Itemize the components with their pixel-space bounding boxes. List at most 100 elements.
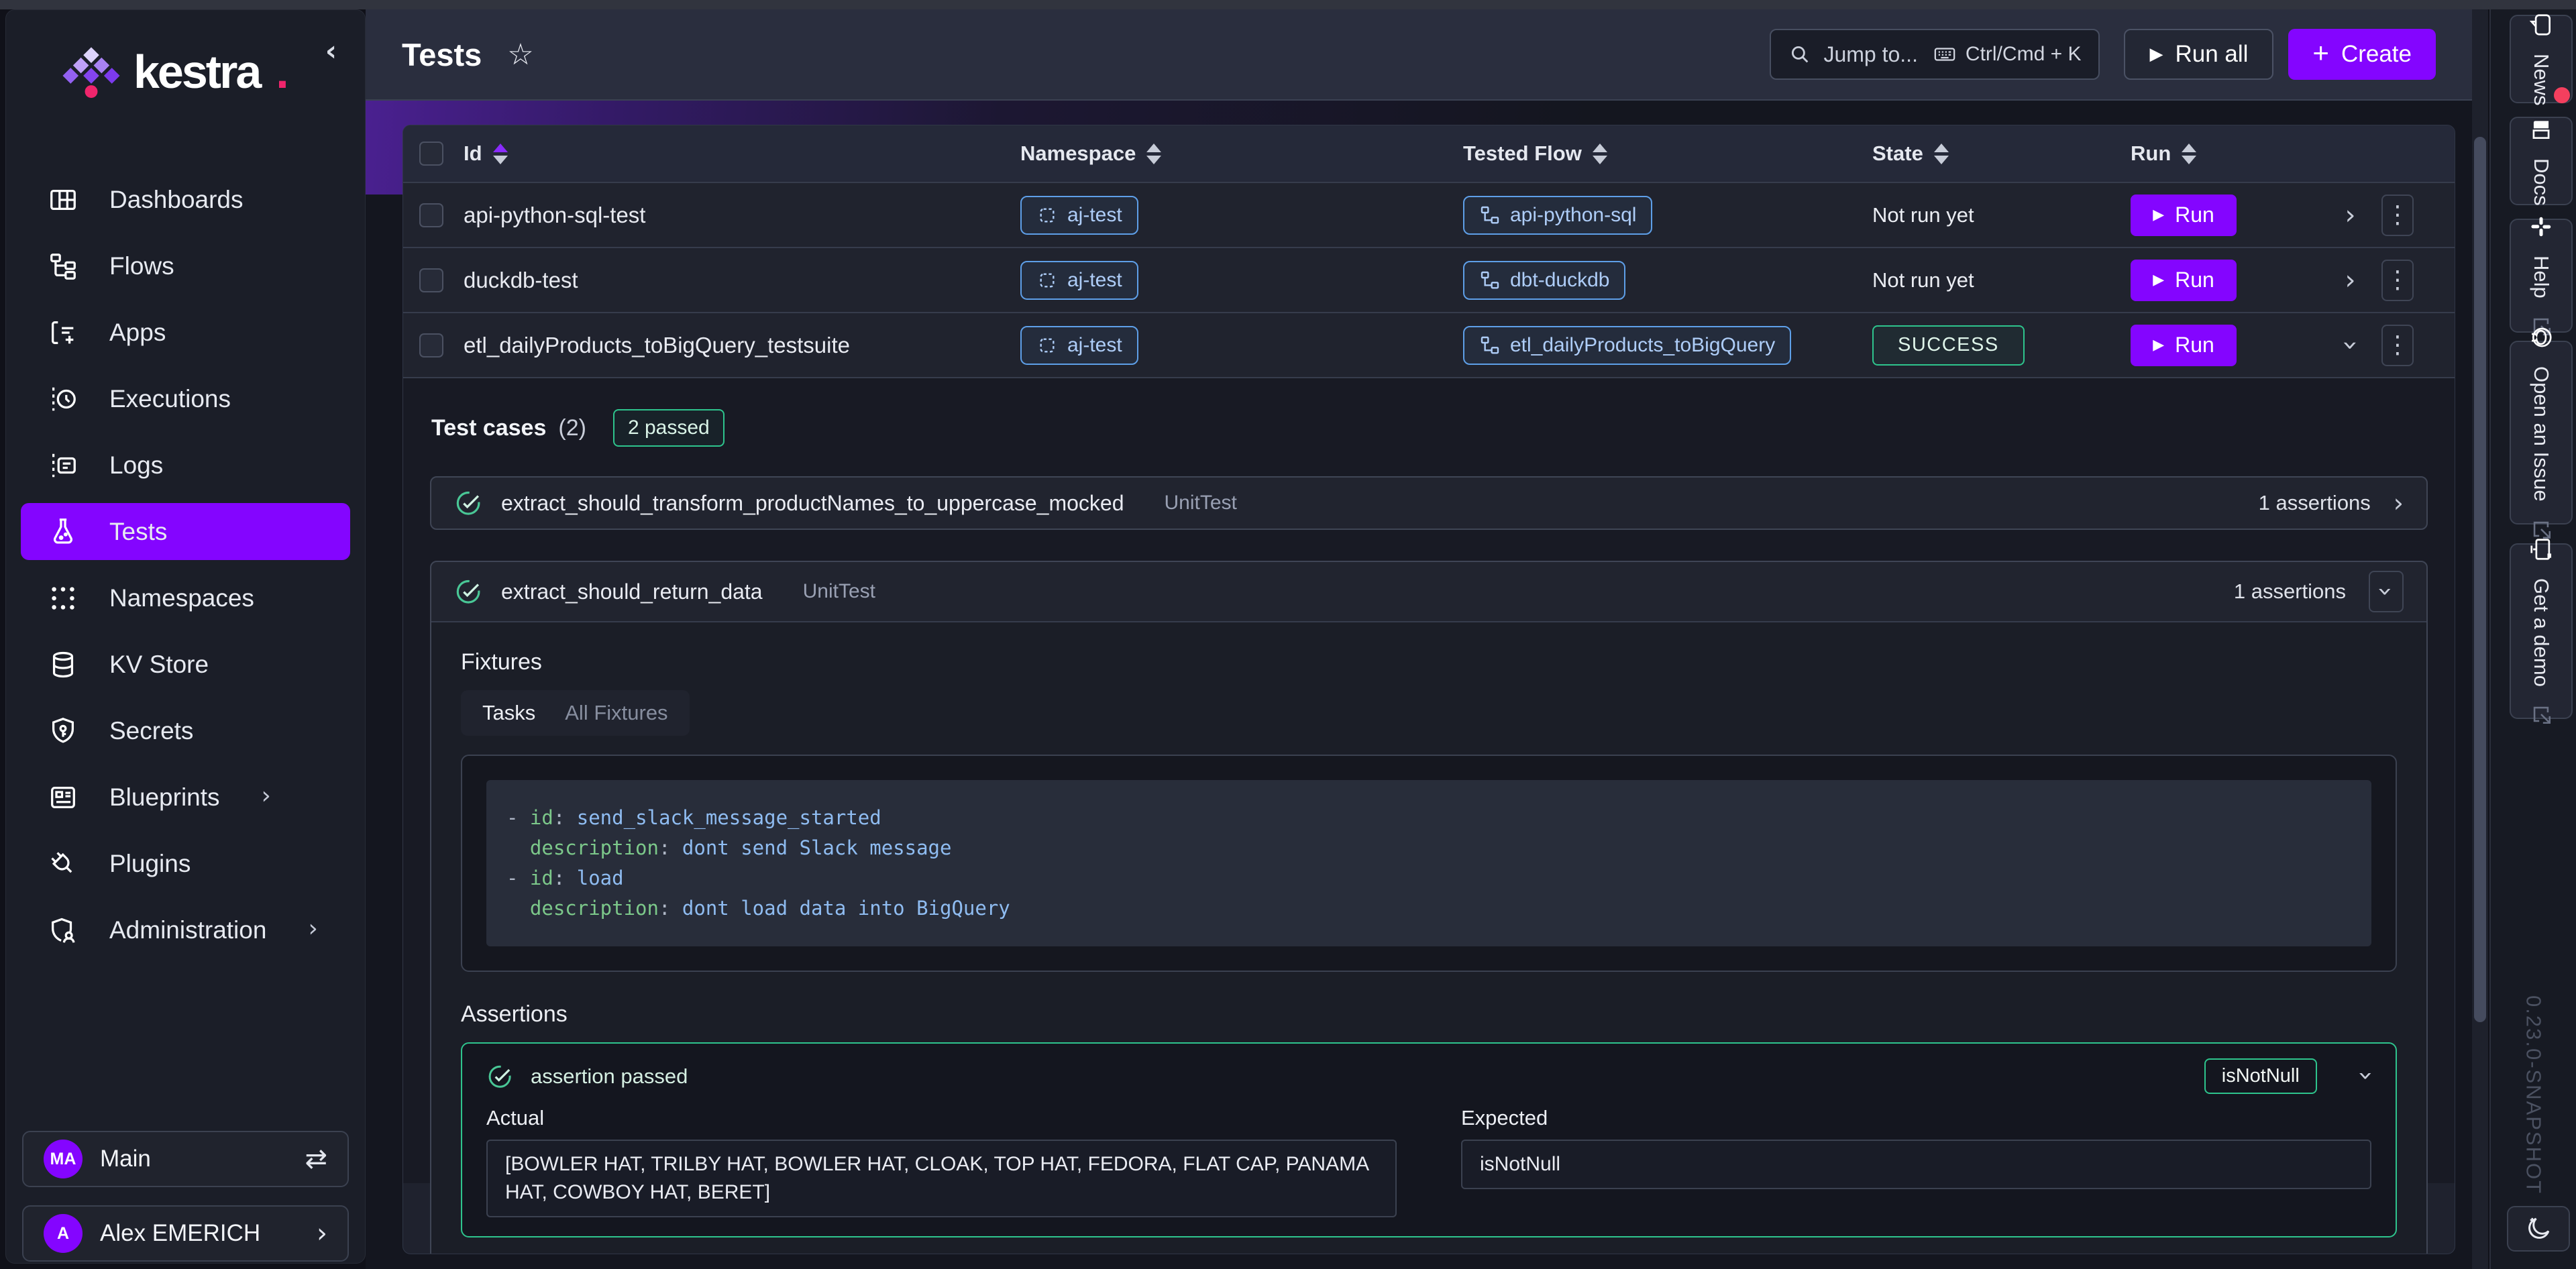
table-row[interactable]: duckdb-test aj-test dbt-duckdb Not run y… (403, 247, 2455, 312)
row-checkbox[interactable] (419, 333, 443, 357)
sidebar-item-tests[interactable]: Tests (21, 503, 350, 560)
namespace-badge[interactable]: aj-test (1020, 326, 1138, 365)
expected-label: Expected (1461, 1106, 2371, 1130)
news-icon (2528, 12, 2554, 38)
column-header-id[interactable]: Id (464, 142, 1020, 166)
column-header-run[interactable]: Run (2131, 142, 2322, 166)
expand-row-chevron-icon[interactable]: › (2322, 200, 2379, 231)
test-case-type: UnitTest (803, 580, 875, 603)
assertions-count: 1 assertions (2234, 580, 2346, 604)
fixtures-code-block[interactable]: - id: send_slack_message_started descrip… (486, 780, 2371, 946)
sidebar-item-blueprints[interactable]: Blueprints › (21, 769, 350, 826)
test-case-header[interactable]: extract_should_return_data UnitTest 1 as… (431, 562, 2426, 621)
test-case-header[interactable]: extract_should_transform_productNames_to… (431, 478, 2426, 529)
rail-tab-get-a-demo[interactable]: Get a demo (2510, 543, 2573, 719)
sort-icon (2182, 144, 2196, 164)
flow-label: dbt-duckdb (1510, 269, 1609, 292)
create-button[interactable]: + Create (2288, 29, 2436, 80)
collapse-case-button[interactable]: › (2369, 571, 2404, 612)
tenant-switcher[interactable]: MA Main ⇄ (22, 1131, 349, 1187)
tab-all-fixtures[interactable]: All Fixtures (565, 701, 667, 725)
namespace-badge[interactable]: aj-test (1020, 196, 1138, 235)
sidebar-item-namespaces[interactable]: Namespaces (21, 569, 350, 626)
run-all-button[interactable]: ▶ Run all (2124, 29, 2273, 80)
expand-case-chevron-icon[interactable]: › (2394, 488, 2404, 518)
tested-flow-badge[interactable]: dbt-duckdb (1463, 261, 1625, 300)
tests-flask-icon (48, 516, 78, 547)
flows-icon (48, 251, 78, 282)
check-circle-icon (454, 489, 482, 517)
tested-flow-badge[interactable]: etl_dailyProducts_toBigQuery (1463, 326, 1791, 365)
kestra-logo-icon (62, 46, 120, 98)
tenant-avatar: MA (44, 1140, 83, 1178)
row-menu-button[interactable]: ⋮ (2381, 260, 2414, 301)
theme-toggle-button[interactable] (2507, 1206, 2570, 1252)
collapse-assertion-chevron-icon[interactable]: › (2361, 1061, 2371, 1091)
run-button[interactable]: ▶Run (2131, 260, 2237, 301)
sidebar-item-label: Namespaces (109, 584, 254, 612)
sidebar-item-administration[interactable]: Administration › (21, 901, 350, 958)
sidebar-item-secrets[interactable]: Secrets (21, 702, 350, 759)
test-id: etl_dailyProducts_toBigQuery_testsuite (464, 333, 1020, 358)
expected-value-field[interactable]: isNotNull (1461, 1140, 2371, 1189)
user-menu[interactable]: A Alex EMERICH › (22, 1205, 349, 1262)
run-button[interactable]: ▶Run (2131, 195, 2237, 236)
rail-tab-news[interactable]: News (2510, 15, 2573, 103)
sidebar-item-executions[interactable]: Executions (21, 370, 350, 427)
rail-tab-docs[interactable]: Docs (2510, 117, 2573, 205)
namespace-icon (1036, 205, 1058, 226)
run-button[interactable]: ▶Run (2131, 325, 2237, 366)
table-row[interactable]: api-python-sql-test aj-test api-python-s… (403, 182, 2455, 247)
rail-tab-open-an-issue[interactable]: Open an Issue (2510, 341, 2573, 525)
github-icon (2528, 325, 2554, 350)
sidebar-item-flows[interactable]: Flows (21, 237, 350, 294)
column-header-tested-flow[interactable]: Tested Flow (1463, 142, 1872, 166)
tab-tasks[interactable]: Tasks (482, 701, 535, 725)
run-label: Run (2175, 333, 2214, 357)
page-header: Tests ☆ Jump to... Ctrl/Cmd + K ▶ Run al… (366, 9, 2472, 101)
sidebar-collapse-icon[interactable]: ‹ (325, 37, 337, 65)
assertions-count: 1 assertions (2259, 491, 2371, 515)
select-all-checkbox[interactable] (419, 142, 443, 166)
flow-icon (1479, 205, 1501, 226)
play-icon: ▶ (2153, 207, 2164, 223)
row-checkbox[interactable] (419, 268, 443, 292)
tested-flow-badge[interactable]: api-python-sql (1463, 196, 1652, 235)
fixtures-panel: - id: send_slack_message_started descrip… (461, 755, 2397, 972)
scrollbar-track[interactable] (2472, 9, 2488, 1269)
user-menu-chevron-icon: › (317, 1218, 327, 1249)
expand-row-chevron-icon[interactable]: › (2322, 265, 2379, 296)
jump-to-search-input[interactable]: Jump to... Ctrl/Cmd + K (1770, 29, 2100, 80)
external-link-icon (2530, 703, 2553, 726)
namespace-badge[interactable]: aj-test (1020, 261, 1138, 300)
column-header-state[interactable]: State (1872, 142, 2131, 166)
sidebar-item-kv-store[interactable]: KV Store (21, 636, 350, 693)
switch-tenant-icon: ⇄ (305, 1144, 327, 1174)
kestra-logo[interactable]: kestra. (62, 45, 289, 99)
test-case-name: extract_should_return_data (501, 580, 763, 604)
slack-icon (2528, 214, 2554, 239)
table-header-row: Id Namespace Tested Flow State Run (403, 125, 2455, 182)
scrollbar-thumb[interactable] (2474, 137, 2486, 1022)
assertion-header[interactable]: assertion passed isNotNull › (486, 1058, 2371, 1094)
row-menu-button[interactable]: ⋮ (2381, 195, 2414, 236)
favorite-star-icon[interactable]: ☆ (507, 38, 533, 72)
column-label: Run (2131, 142, 2171, 166)
executions-icon (48, 384, 78, 415)
administration-icon (48, 915, 78, 946)
row-menu-button[interactable]: ⋮ (2381, 325, 2414, 366)
sidebar-item-dashboards[interactable]: Dashboards (21, 171, 350, 228)
fixtures-title: Fixtures (461, 649, 2397, 675)
collapse-row-chevron-icon[interactable]: › (2322, 330, 2379, 361)
sidebar-item-logs[interactable]: Logs (21, 437, 350, 494)
flow-label: api-python-sql (1510, 204, 1636, 227)
table-row-expanded[interactable]: etl_dailyProducts_toBigQuery_testsuite a… (403, 312, 2455, 377)
namespace-label: aj-test (1067, 269, 1122, 292)
actual-value-field[interactable]: [BOWLER HAT, TRILBY HAT, BOWLER HAT, CLO… (486, 1140, 1397, 1217)
tenant-name: Main (100, 1146, 151, 1172)
sidebar-item-plugins[interactable]: Plugins (21, 835, 350, 892)
sidebar-item-apps[interactable]: Apps (21, 304, 350, 361)
rail-tab-help[interactable]: Help (2510, 219, 2573, 333)
column-header-namespace[interactable]: Namespace (1020, 142, 1463, 166)
row-checkbox[interactable] (419, 203, 443, 227)
